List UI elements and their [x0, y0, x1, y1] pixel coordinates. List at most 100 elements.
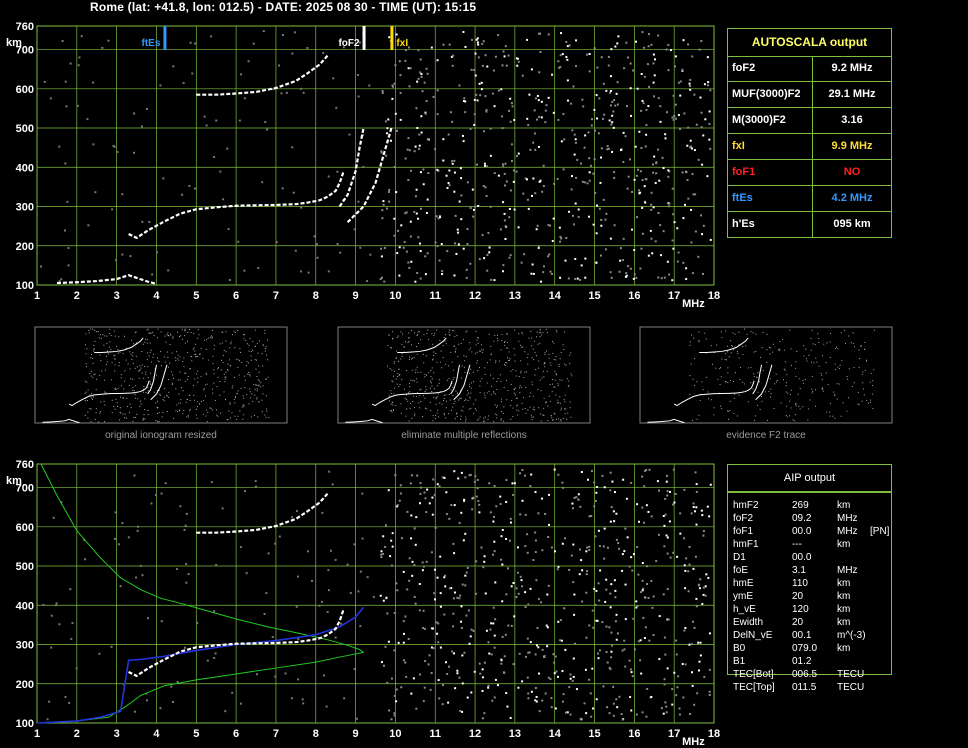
- noise-dot: [530, 194, 533, 197]
- noise-dot: [575, 496, 578, 499]
- noise-dot: [605, 651, 608, 654]
- aip-name: foF1: [733, 526, 754, 537]
- thumbnail-noise: [209, 407, 211, 409]
- noise-dot: [557, 620, 560, 623]
- noise-dot: [574, 141, 577, 144]
- thumbnail-noise: [744, 328, 746, 330]
- noise-dot: [353, 228, 356, 231]
- noise-dot: [708, 515, 711, 518]
- noise-dot: [221, 507, 224, 510]
- noise-dot: [694, 193, 697, 196]
- noise-dot: [629, 267, 632, 270]
- noise-dot: [188, 184, 191, 187]
- x-tick-label: 14: [549, 728, 562, 740]
- thumbnail-noise: [243, 406, 245, 408]
- thumbnail-noise: [166, 351, 168, 353]
- noise-dot: [559, 54, 562, 57]
- noise-dot: [285, 91, 288, 94]
- noise-dot: [598, 649, 601, 652]
- thumbnail-noise: [523, 377, 525, 379]
- thumbnail-noise: [239, 348, 241, 350]
- thumbnail-noise: [560, 352, 562, 354]
- noise-dot: [468, 474, 471, 477]
- thumbnail-noise: [506, 341, 508, 343]
- autoscala-row: MUF(3000)F2 29.1 MHz: [727, 82, 892, 108]
- noise-dot: [300, 206, 303, 209]
- aip-value: 079.0: [792, 643, 818, 654]
- y-tick-label: 300: [16, 640, 34, 652]
- noise-dot: [610, 276, 613, 279]
- noise-dot: [477, 204, 480, 207]
- thumbnail-noise: [544, 361, 546, 363]
- noise-dot: [553, 182, 556, 185]
- noise-dot: [77, 64, 80, 67]
- noise-dot: [194, 42, 197, 45]
- thumbnail-noise: [118, 365, 120, 367]
- noise-dot: [505, 593, 508, 596]
- noise-dot: [425, 100, 428, 103]
- noise-dot: [469, 206, 472, 209]
- noise-dot: [447, 701, 450, 704]
- thumbnail-noise: [515, 405, 517, 407]
- noise-dot: [265, 592, 268, 595]
- noise-dot: [645, 565, 648, 568]
- noise-dot: [664, 701, 667, 704]
- thumbnail-noise: [510, 405, 512, 407]
- thumbnail-noise: [84, 344, 86, 346]
- thumbnail-noise: [530, 330, 532, 332]
- noise-dot: [540, 100, 543, 103]
- noise-dot: [599, 254, 602, 257]
- thumbnail-noise: [839, 364, 841, 366]
- noise-dot: [509, 521, 512, 524]
- noise-dot: [624, 527, 627, 530]
- noise-dot: [506, 705, 509, 708]
- thumbnail-noise: [525, 412, 527, 414]
- noise-dot: [453, 552, 456, 555]
- thumbnail-noise: [158, 421, 160, 423]
- noise-dot: [658, 489, 661, 492]
- noise-dot: [556, 177, 559, 180]
- thumbnail-noise: [836, 346, 838, 348]
- noise-dot: [668, 520, 671, 523]
- noise-dot: [510, 624, 513, 627]
- thumbnail-noise: [108, 333, 110, 335]
- noise-dot: [673, 671, 676, 674]
- noise-dot: [540, 601, 543, 604]
- noise-dot: [432, 95, 435, 98]
- thumbnail-noise: [99, 354, 101, 356]
- noise-dot: [701, 273, 704, 276]
- noise-dot: [475, 560, 478, 563]
- noise-dot: [448, 43, 451, 46]
- thumbnail-noise: [534, 352, 536, 354]
- thumbnail-noise: [811, 375, 813, 377]
- noise-dot: [291, 146, 294, 149]
- thumbnail-noise: [114, 364, 116, 366]
- thumbnail-noise: [211, 409, 213, 411]
- thumbnail-noise: [533, 359, 535, 361]
- noise-dot: [691, 55, 694, 58]
- noise-dot: [475, 495, 478, 498]
- thumbnail-noise: [500, 401, 502, 403]
- noise-dot: [685, 171, 688, 174]
- noise-dot: [580, 162, 583, 165]
- thumbnail-noise: [146, 342, 148, 344]
- noise-dot: [481, 668, 484, 671]
- thumbnail-noise: [503, 341, 505, 343]
- noise-dot: [484, 54, 487, 57]
- thumbnail-noise: [189, 394, 191, 396]
- noise-dot: [409, 235, 412, 238]
- thumbnail-noise: [799, 408, 801, 410]
- thumbnail-noise: [170, 335, 172, 337]
- thumbnail-noise: [167, 366, 169, 368]
- thumbnail-noise: [493, 420, 495, 422]
- thumbnail-noise: [853, 382, 855, 384]
- thumbnail-noise: [227, 368, 229, 370]
- noise-dot: [463, 97, 466, 100]
- noise-dot: [527, 207, 530, 210]
- thumbnail-noise: [693, 337, 695, 339]
- noise-dot: [595, 117, 598, 120]
- thumbnail-noise: [795, 367, 797, 369]
- thumbnail-noise: [564, 408, 566, 410]
- noise-dot: [214, 652, 217, 655]
- noise-dot: [622, 160, 625, 163]
